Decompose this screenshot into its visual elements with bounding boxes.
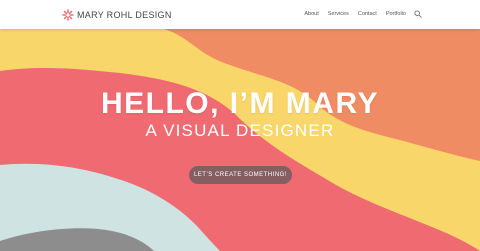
cta-button[interactable]: LET’S CREATE SOMETHING! — [189, 166, 292, 184]
logo-flower-icon — [62, 9, 74, 21]
site-logo[interactable]: MARY ROHL DESIGN — [62, 8, 172, 22]
logo-text: MARY ROHL DESIGN — [77, 10, 172, 20]
main-nav: About Services Contact Portfolio — [295, 10, 422, 18]
site-header: MARY ROHL DESIGN About Services Contact … — [0, 0, 480, 29]
hero-headline: HELLO, I’M MARY — [100, 87, 380, 120]
hero-section: HELLO, I’M MARY A VISUAL DESIGNER LET’S … — [0, 29, 480, 251]
nav-services[interactable]: Services — [328, 11, 349, 17]
hero-subheadline: A VISUAL DESIGNER — [145, 121, 335, 140]
nav-about[interactable]: About — [304, 11, 318, 17]
nav-portfolio[interactable]: Portfolio — [386, 11, 406, 17]
search-icon[interactable] — [414, 10, 422, 18]
nav-contact[interactable]: Contact — [358, 11, 377, 17]
page: MARY ROHL DESIGN About Services Contact … — [0, 0, 480, 251]
